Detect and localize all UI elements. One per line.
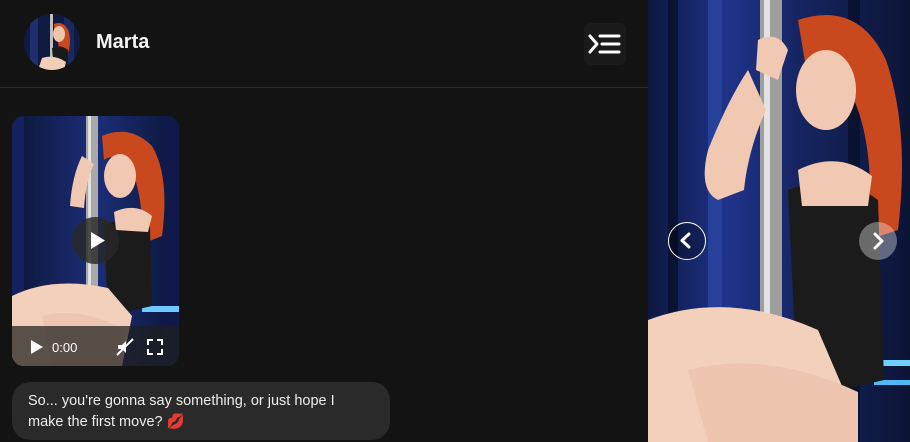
- message-text: So... you're gonna say something, or jus…: [28, 393, 335, 430]
- video-time: 0:00: [52, 340, 78, 355]
- photo-gallery: [648, 0, 910, 442]
- mute-icon: [116, 338, 134, 356]
- fullscreen-button[interactable]: [146, 338, 164, 356]
- video-play-button[interactable]: [72, 217, 119, 264]
- fullscreen-icon: [147, 339, 163, 355]
- chevron-right-icon: [873, 232, 884, 250]
- character-name: Marta: [96, 31, 150, 53]
- avatar[interactable]: [24, 14, 80, 70]
- menu-button[interactable]: [584, 23, 626, 65]
- play-icon: [31, 340, 43, 354]
- mute-button[interactable]: [116, 338, 134, 356]
- chevron-left-icon: [680, 232, 691, 249]
- gallery-photo: [648, 0, 910, 442]
- gallery-prev-button[interactable]: [668, 222, 706, 260]
- play-icon: [91, 232, 105, 249]
- menu-icon: [588, 34, 621, 54]
- controls-play-button[interactable]: [30, 339, 44, 355]
- gallery-next-button[interactable]: [859, 222, 897, 260]
